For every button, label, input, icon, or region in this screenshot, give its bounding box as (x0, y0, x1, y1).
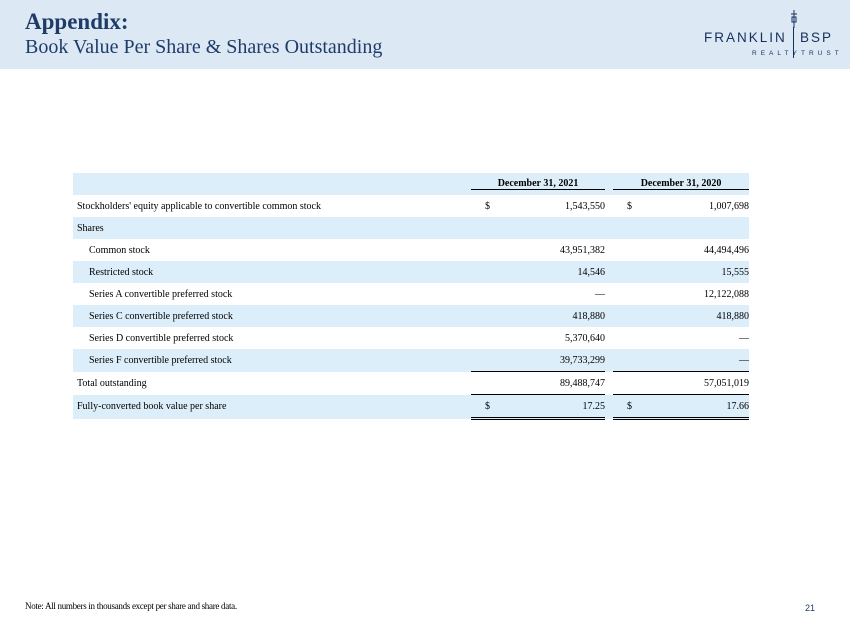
column-header-2020: December 31, 2020 (613, 178, 749, 190)
row-label: Series A convertible preferred stock (89, 288, 233, 300)
column-header-2021: December 31, 2021 (471, 178, 605, 190)
page-number: 21 (805, 603, 816, 613)
value-2020: 12,122,088 (704, 288, 749, 300)
value-2020: 1,007,698 (709, 200, 749, 212)
row-label: Series F convertible preferred stock (73, 349, 471, 372)
logo-sub-realty: REALTY (752, 50, 801, 57)
value-2021: 43,951,382 (560, 244, 605, 256)
value-2021: 17.25 (491, 394, 605, 420)
table-row: Stockholders' equity applicable to conve… (73, 195, 749, 217)
table-row: Shares (73, 217, 749, 239)
company-logo: FRANKLIN BSP REALTY TRUST (700, 10, 840, 60)
value-2020: — (739, 332, 749, 344)
currency-symbol: $ (471, 394, 491, 420)
table-row: Restricted stock 14,546 15,555 (73, 261, 749, 283)
logo-tower-icon (791, 10, 797, 28)
value-2021: 89,488,747 (491, 371, 605, 395)
row-label: Series D convertible preferred stock (89, 332, 234, 344)
row-label: Series C convertible preferred stock (73, 305, 471, 327)
value-2020: — (633, 349, 749, 372)
row-label: Shares (73, 217, 471, 239)
table-row-book-value: Fully-converted book value per share $ 1… (73, 394, 749, 420)
currency-symbol: $ (613, 394, 633, 420)
page-subtitle: Book Value Per Share & Shares Outstandin… (25, 36, 383, 58)
value-2020: 418,880 (633, 305, 749, 327)
table-row: Series F convertible preferred stock 39,… (73, 349, 749, 372)
logo-sub-trust: TRUST (801, 50, 843, 57)
logo-word-franklin: FRANKLIN (704, 30, 787, 45)
table-header-row: December 31, 2021 December 31, 2020 (73, 173, 749, 195)
row-label: Fully-converted book value per share (73, 394, 471, 419)
value-2021: 14,546 (491, 261, 605, 283)
currency-symbol: $ (627, 200, 632, 212)
currency-symbol: $ (485, 200, 490, 212)
row-label: Stockholders' equity applicable to conve… (77, 200, 321, 212)
table-row-total: Total outstanding 89,488,747 57,051,019 (73, 371, 749, 395)
book-value-table: December 31, 2021 December 31, 2020 Stoc… (73, 173, 749, 420)
value-2020: 57,051,019 (633, 371, 749, 395)
page-title: Appendix: (25, 9, 129, 34)
table-row: Common stock 43,951,382 44,494,496 (73, 239, 749, 261)
value-2020: 15,555 (633, 261, 749, 283)
value-2021: 39,733,299 (491, 349, 605, 372)
value-2021: 1,543,550 (565, 200, 605, 212)
value-2021: 5,370,640 (565, 332, 605, 344)
value-2021: 418,880 (491, 305, 605, 327)
table-row: Series D convertible preferred stock 5,3… (73, 327, 749, 349)
value-2020: 17.66 (633, 394, 749, 420)
value-2020: 44,494,496 (704, 244, 749, 256)
table-row: Series C convertible preferred stock 418… (73, 305, 749, 327)
row-label: Restricted stock (73, 261, 471, 283)
value-2021: — (595, 288, 605, 300)
logo-word-bsp: BSP (800, 30, 834, 45)
row-label: Total outstanding (77, 377, 147, 389)
footnote: Note: All numbers in thousands except pe… (25, 601, 237, 611)
table-row: Series A convertible preferred stock — 1… (73, 283, 749, 305)
header-band: Appendix: Book Value Per Share & Shares … (0, 0, 850, 69)
row-label: Common stock (89, 244, 150, 256)
